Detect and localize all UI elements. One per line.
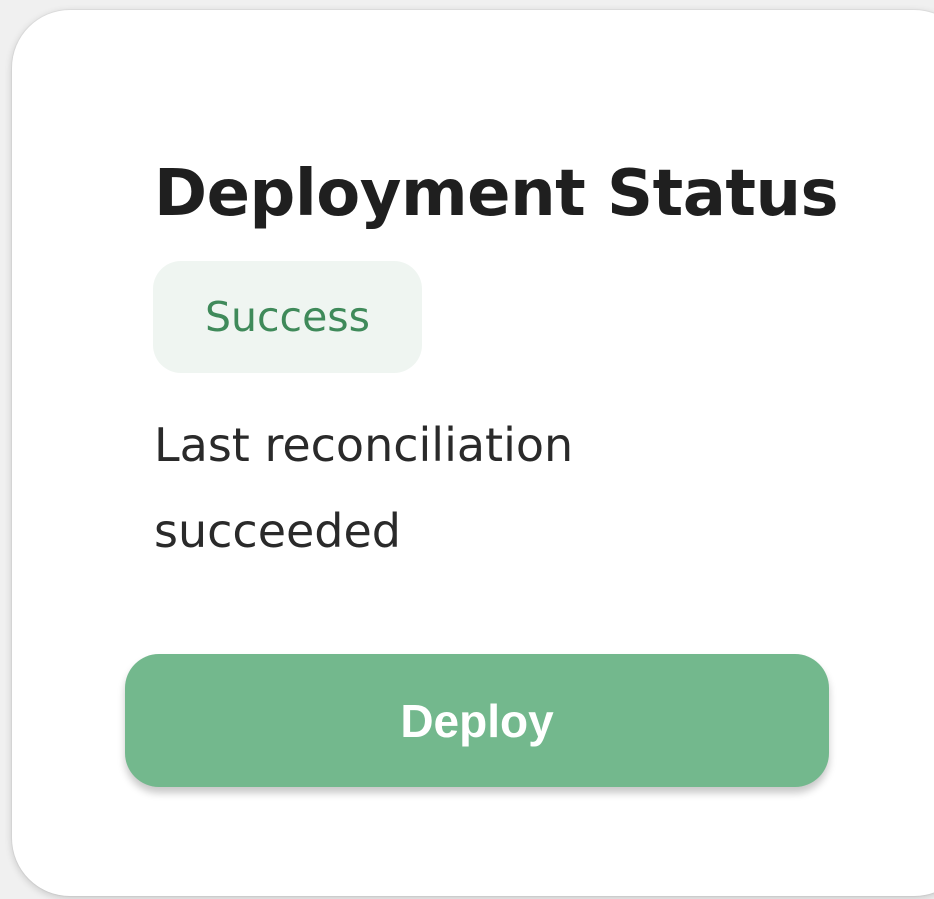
status-badge-label: Success — [204, 293, 371, 341]
deploy-button[interactable]: Deploy — [125, 654, 829, 787]
card-title: Deployment Status — [154, 157, 839, 231]
status-message: Last reconciliation succeeded — [154, 418, 574, 558]
viewport: Deployment Status Success Last reconcili… — [0, 0, 934, 899]
status-badge: Success — [153, 261, 422, 373]
